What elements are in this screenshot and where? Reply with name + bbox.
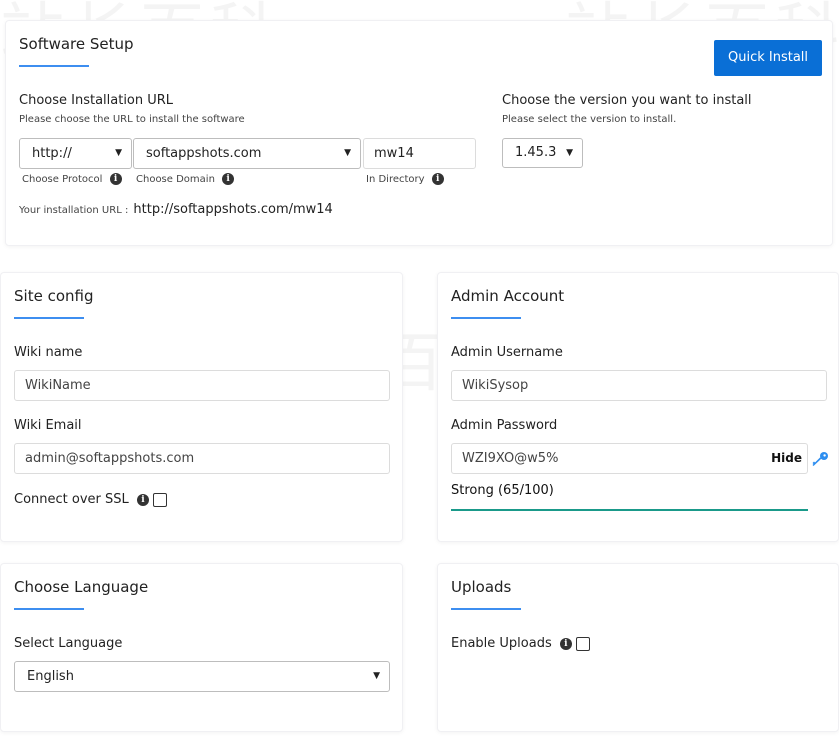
language-card: Choose Language Select Language English … bbox=[0, 563, 403, 732]
domain-value: softappshots.com bbox=[146, 146, 262, 161]
install-url-hint: Please choose the URL to install the sof… bbox=[19, 114, 245, 125]
site-config-card: Site config Wiki name WikiName Wiki Emai… bbox=[0, 272, 403, 542]
admin-password-label: Admin Password bbox=[451, 418, 558, 433]
wiki-name-value: WikiName bbox=[25, 378, 91, 393]
ssl-option: Connect over SSL i bbox=[14, 492, 168, 507]
info-icon[interactable]: i bbox=[136, 493, 149, 506]
directory-label-text: In Directory bbox=[366, 174, 425, 185]
chevron-down-icon: ▼ bbox=[373, 671, 380, 681]
title-underline bbox=[14, 608, 84, 610]
install-url-prefix: Your installation URL : bbox=[19, 205, 129, 216]
ssl-checkbox[interactable] bbox=[153, 492, 168, 507]
install-url-heading: Choose Installation URL bbox=[19, 93, 174, 108]
wiki-name-label: Wiki name bbox=[14, 345, 83, 360]
software-setup-title: Software Setup bbox=[19, 35, 134, 53]
directory-label: In Directory i bbox=[366, 173, 444, 185]
language-select[interactable]: English ▼ bbox=[14, 661, 390, 692]
chevron-down-icon: ▼ bbox=[344, 148, 351, 158]
ssl-label: Connect over SSL bbox=[14, 492, 129, 507]
select-language-label: Select Language bbox=[14, 636, 123, 651]
directory-value: mw14 bbox=[374, 146, 414, 161]
protocol-label: Choose Protocol i bbox=[22, 173, 122, 185]
title-underline bbox=[451, 608, 521, 610]
enable-uploads-option: Enable Uploads i bbox=[451, 636, 591, 651]
version-value: 1.45.3 bbox=[515, 145, 557, 160]
wiki-email-input[interactable]: admin@softappshots.com bbox=[14, 443, 390, 474]
directory-input[interactable]: mw14 bbox=[363, 138, 476, 169]
title-underline bbox=[19, 65, 89, 67]
site-config-title: Site config bbox=[14, 287, 94, 305]
admin-account-card: Admin Account Admin Username WikiSysop A… bbox=[437, 272, 839, 542]
protocol-value: http:// bbox=[32, 146, 72, 161]
wiki-name-input[interactable]: WikiName bbox=[14, 370, 390, 401]
version-select[interactable]: 1.45.3 ▼ bbox=[502, 138, 583, 168]
enable-uploads-label: Enable Uploads bbox=[451, 636, 552, 651]
password-strength-fill bbox=[451, 509, 808, 511]
uploads-card: Uploads Enable Uploads i bbox=[437, 563, 839, 732]
info-icon[interactable]: i bbox=[222, 173, 235, 185]
install-url-value: http://softappshots.com/mw14 bbox=[133, 202, 333, 217]
password-strength-meter bbox=[451, 509, 808, 511]
key-icon[interactable] bbox=[811, 451, 829, 467]
admin-account-title: Admin Account bbox=[451, 287, 565, 305]
title-underline bbox=[14, 317, 84, 319]
info-icon[interactable]: i bbox=[559, 637, 572, 650]
password-strength-text: Strong (65/100) bbox=[451, 483, 554, 498]
version-hint: Please select the version to install. bbox=[502, 114, 677, 125]
wiki-email-value: admin@softappshots.com bbox=[25, 451, 195, 466]
language-title: Choose Language bbox=[14, 578, 149, 596]
title-underline bbox=[451, 317, 521, 319]
info-icon[interactable]: i bbox=[431, 173, 444, 185]
info-icon[interactable]: i bbox=[109, 173, 122, 185]
version-heading: Choose the version you want to install bbox=[502, 93, 752, 108]
chevron-down-icon: ▼ bbox=[115, 148, 122, 158]
domain-label: Choose Domain i bbox=[136, 173, 235, 185]
wiki-email-label: Wiki Email bbox=[14, 418, 82, 433]
admin-username-label: Admin Username bbox=[451, 345, 563, 360]
admin-password-input[interactable]: WZI9XO@w5% Hide bbox=[451, 443, 808, 474]
install-url-line: Your installation URL : http://softappsh… bbox=[19, 198, 333, 217]
quick-install-button[interactable]: Quick Install bbox=[714, 40, 822, 76]
hide-password-toggle[interactable]: Hide bbox=[771, 444, 802, 473]
domain-label-text: Choose Domain bbox=[136, 174, 215, 185]
uploads-title: Uploads bbox=[451, 578, 512, 596]
admin-username-value: WikiSysop bbox=[462, 378, 529, 393]
admin-password-value: WZI9XO@w5% bbox=[462, 451, 559, 466]
admin-username-input[interactable]: WikiSysop bbox=[451, 370, 827, 401]
software-setup-card: Software Setup Quick Install Choose Inst… bbox=[5, 20, 833, 246]
protocol-select[interactable]: http:// ▼ bbox=[19, 138, 132, 169]
language-value: English bbox=[27, 669, 74, 684]
enable-uploads-checkbox[interactable] bbox=[576, 636, 591, 651]
domain-select[interactable]: softappshots.com ▼ bbox=[133, 138, 361, 169]
protocol-label-text: Choose Protocol bbox=[22, 174, 103, 185]
chevron-down-icon: ▼ bbox=[566, 148, 573, 158]
